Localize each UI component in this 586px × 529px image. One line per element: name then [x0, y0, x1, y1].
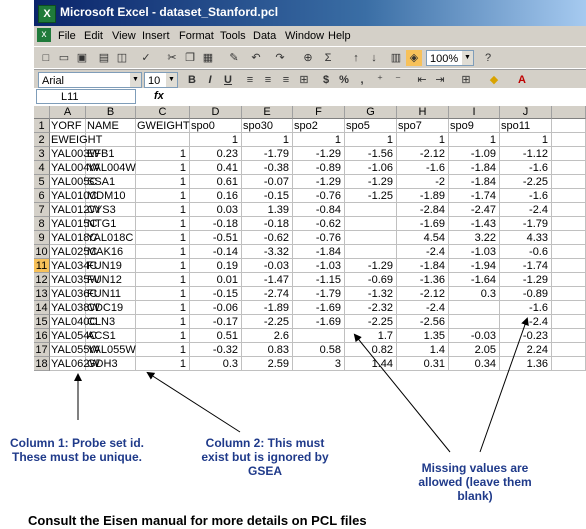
note-column1-line1: Column 1: Probe set id. [9, 436, 144, 450]
note-column2-line1: Column 2: This must [205, 436, 325, 450]
footer-note: Consult the Eisen manual for more detail… [28, 513, 367, 528]
note-missing: Missing values are allowed (leave them b… [400, 461, 550, 503]
arrow-col2 [146, 371, 241, 433]
note-column2-line3: GSEA [247, 464, 282, 478]
note-column1-line2: These must be unique. [11, 450, 143, 464]
note-missing-line2: allowed (leave them [418, 475, 532, 489]
arrow-missing-2 [479, 317, 529, 453]
note-column1: Column 1: Probe set id. These must be un… [2, 436, 152, 464]
note-column2: Column 2: This must exist but is ignored… [180, 436, 350, 478]
note-missing-line1: Missing values are [421, 461, 529, 475]
note-missing-line3: blank) [457, 489, 493, 503]
note-column2-line2: exist but is ignored by [201, 450, 329, 464]
arrow-missing-1 [353, 333, 451, 453]
